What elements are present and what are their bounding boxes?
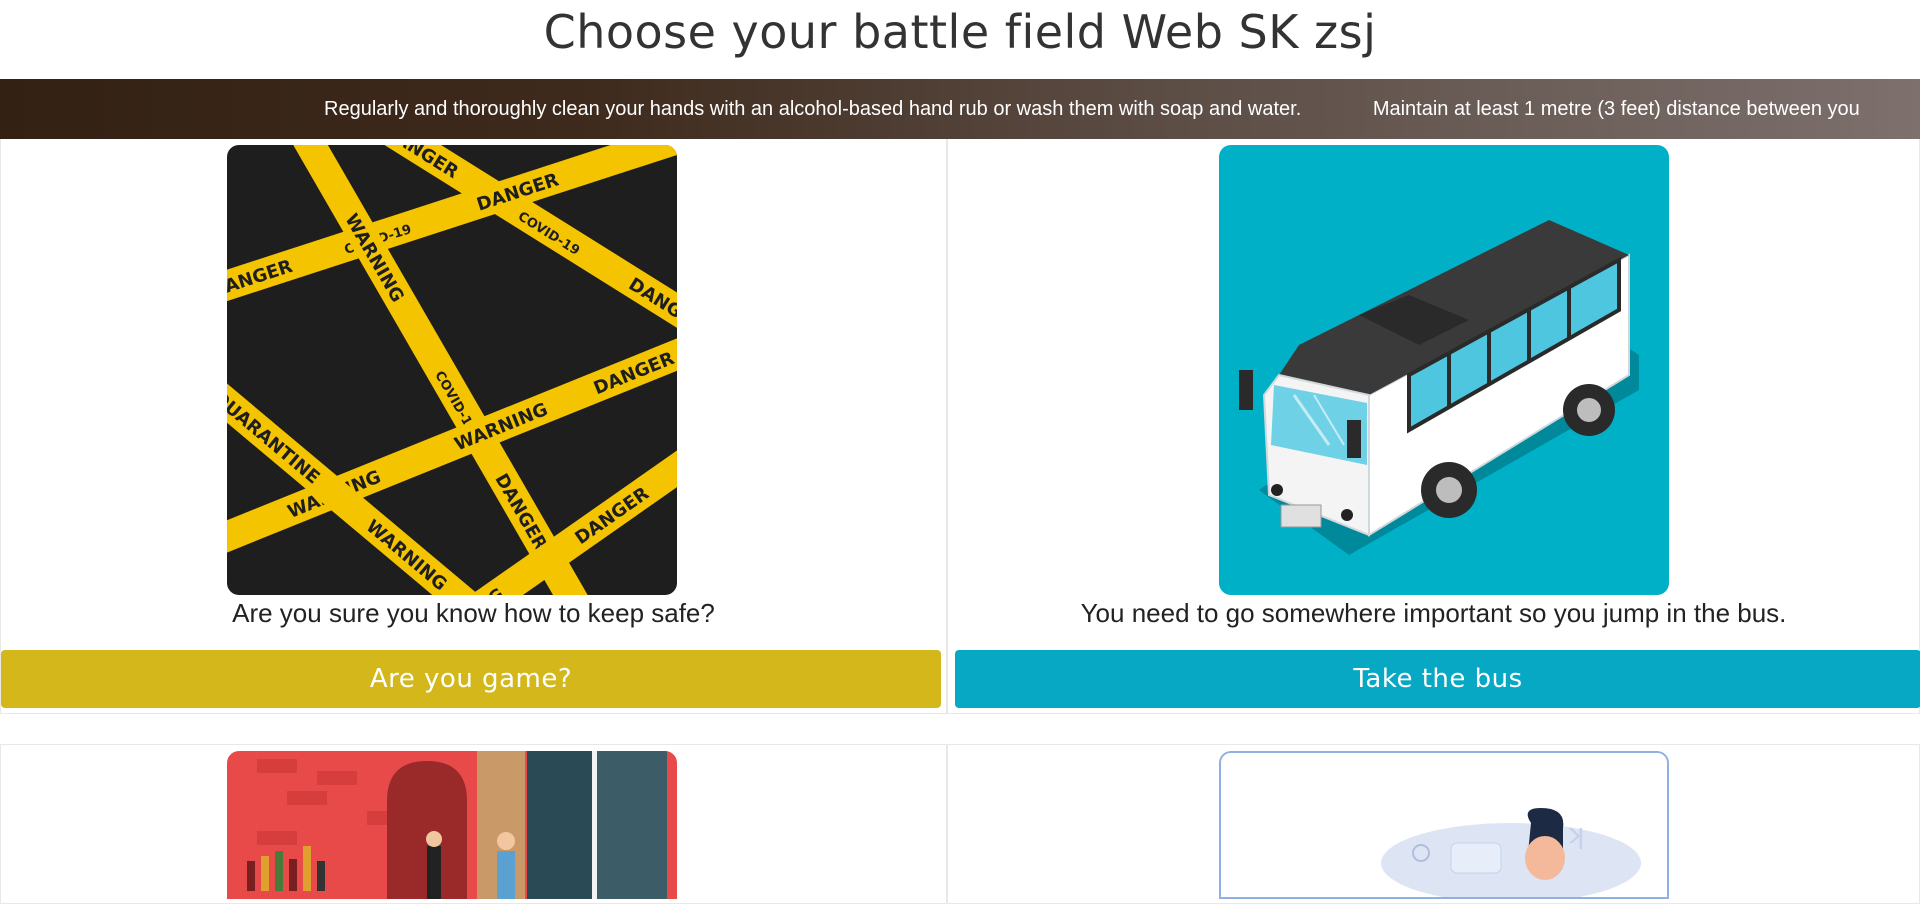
bus-image bbox=[1219, 145, 1669, 595]
danger-tape-image: DANGER COVID-19 DANGER DANGER COVID-19 D… bbox=[227, 145, 677, 595]
ticker-track: Regularly and thoroughly clean your hand… bbox=[324, 79, 1920, 139]
ticker-item-2: Maintain at least 1 metre (3 feet) dista… bbox=[1372, 98, 1860, 120]
person-image: ʞ bbox=[1219, 751, 1669, 899]
take-the-bus-button[interactable]: Take the bus bbox=[955, 650, 1920, 708]
svg-text:ʞ: ʞ bbox=[1566, 817, 1585, 850]
card-bus: You need to go somewhere important so yo… bbox=[947, 139, 1920, 714]
are-you-game-button[interactable]: Are you game? bbox=[1, 650, 941, 708]
card-bar bbox=[0, 744, 947, 904]
page-title: Choose your battle field Web SK zsj bbox=[543, 5, 1377, 59]
card-keep-safe: DANGER COVID-19 DANGER DANGER COVID-19 D… bbox=[0, 139, 947, 714]
ticker-item-1: Regularly and thoroughly clean your hand… bbox=[324, 98, 1302, 120]
card-person: ʞ bbox=[947, 744, 1920, 904]
bar-scene-image bbox=[227, 751, 677, 899]
health-ticker: Regularly and thoroughly clean your hand… bbox=[0, 79, 1920, 139]
card-description: You need to go somewhere important so yo… bbox=[1080, 598, 1787, 628]
card-description: Are you sure you know how to keep safe? bbox=[232, 598, 715, 628]
